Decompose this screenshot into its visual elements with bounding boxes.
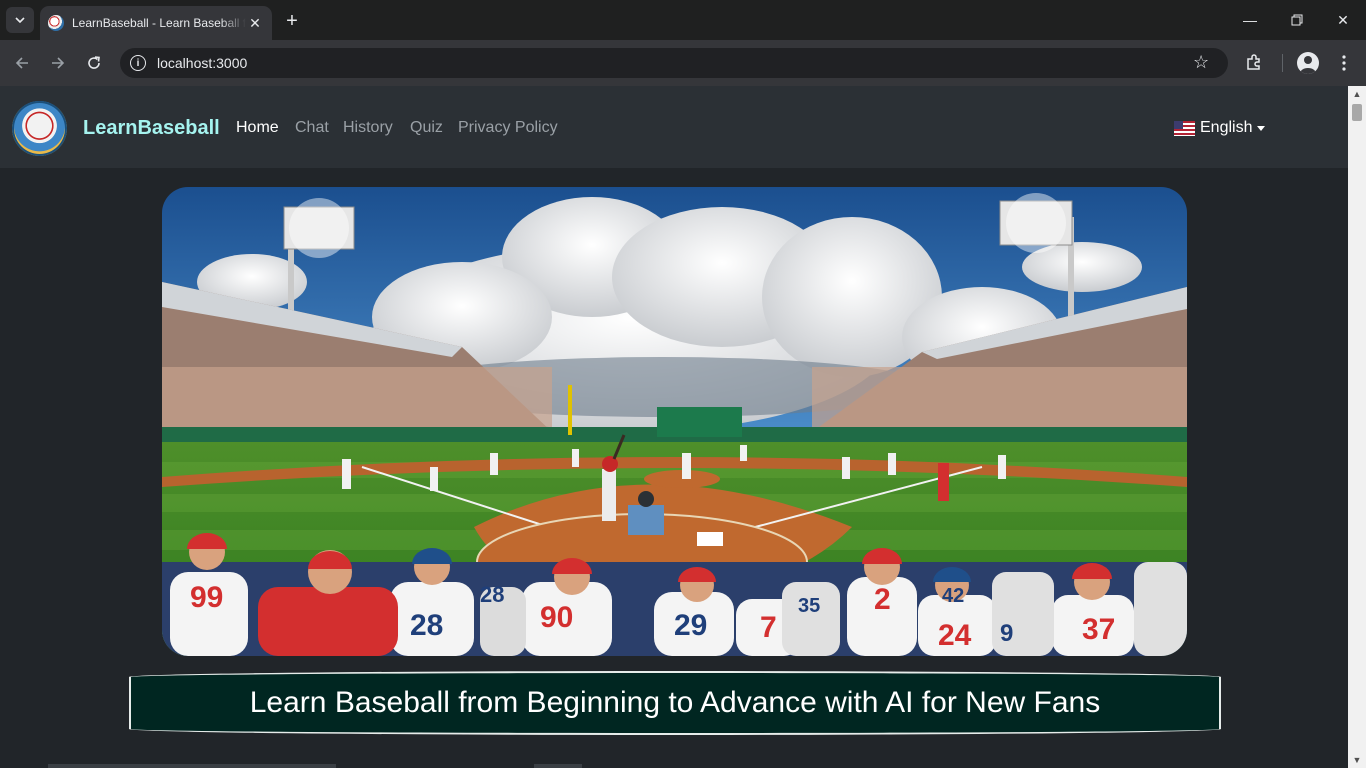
jersey-number: 37 [1082,613,1115,646]
nav-link-chat[interactable]: Chat [295,119,329,137]
baseball-favicon-icon [48,15,64,31]
jersey-number: 9 [1000,620,1013,647]
brand-name[interactable]: LearnBaseball [83,117,220,140]
jersey-number: 42 [942,585,964,607]
jersey-number: 28 [410,609,443,642]
address-bar[interactable] [120,48,1228,78]
site-navbar: LearnBaseball Home Chat History Quiz Pri… [0,86,1348,168]
restore-icon[interactable] [1285,8,1309,32]
page-scrollbar[interactable]: ▲ ▼ [1348,86,1366,768]
nav-link-quiz[interactable]: Quiz [410,119,443,137]
forward-arrow-icon[interactable] [46,51,70,75]
scroll-down-arrow-icon[interactable]: ▼ [1348,752,1366,768]
minimize-icon[interactable]: — [1238,8,1262,32]
jersey-number: 29 [674,609,707,642]
profile-avatar-icon[interactable] [1297,52,1319,74]
browser-tab-strip: LearnBaseball - Learn Baseball from Begi… [0,0,1366,40]
scroll-up-arrow-icon[interactable]: ▲ [1348,86,1366,102]
extensions-icon[interactable] [1243,52,1265,74]
page-headline: Learn Baseball from Beginning to Advance… [249,686,1101,719]
new-tab-button[interactable]: + [280,9,304,33]
jersey-number: 24 [938,619,972,652]
close-window-icon[interactable]: ✕ [1331,8,1355,32]
baseball-stadium-illustration: 99 28 28 90 29 7 35 2 42 24 9 37 [162,187,1187,656]
jersey-number: 7 [760,611,777,644]
back-arrow-icon[interactable] [10,51,34,75]
bookmark-star-icon[interactable]: ☆ [1193,52,1209,73]
caret-down-icon [1257,125,1266,131]
browser-tab[interactable]: LearnBaseball - Learn Baseball from Begi… [40,6,272,40]
content-edge [534,764,582,768]
nav-link-history[interactable]: History [343,119,393,137]
language-label: English [1200,119,1253,136]
headline-banner: Learn Baseball from Beginning to Advance… [129,671,1221,735]
language-dropdown[interactable]: English [1174,119,1266,137]
scroll-thumb[interactable] [1352,104,1362,121]
tab-search-button[interactable] [6,7,34,33]
reload-icon[interactable] [82,51,106,75]
kebab-menu-icon[interactable] [1333,52,1355,74]
jersey-number: 28 [480,582,504,607]
hero-image: 99 28 28 90 29 7 35 2 42 24 9 37 [162,187,1187,656]
jersey-number: 2 [874,583,891,616]
tab-title: LearnBaseball - Learn Baseball from Begi… [72,16,246,30]
close-icon[interactable]: ✕ [246,14,264,32]
content-edge [48,764,336,768]
nav-link-home[interactable]: Home [236,119,279,137]
baseball-logo-icon[interactable] [12,101,67,156]
jersey-number: 35 [798,595,820,617]
us-flag-icon [1174,120,1195,136]
jersey-number: 90 [540,601,573,634]
chevron-down-icon [15,17,25,23]
site-info-icon[interactable]: i [130,55,146,71]
nav-link-privacy-policy[interactable]: Privacy Policy [458,119,558,137]
url-text[interactable]: localhost:3000 [157,55,247,71]
web-page: LearnBaseball Home Chat History Quiz Pri… [0,86,1348,768]
toolbar-divider [1282,54,1283,72]
jersey-number: 99 [190,581,223,614]
